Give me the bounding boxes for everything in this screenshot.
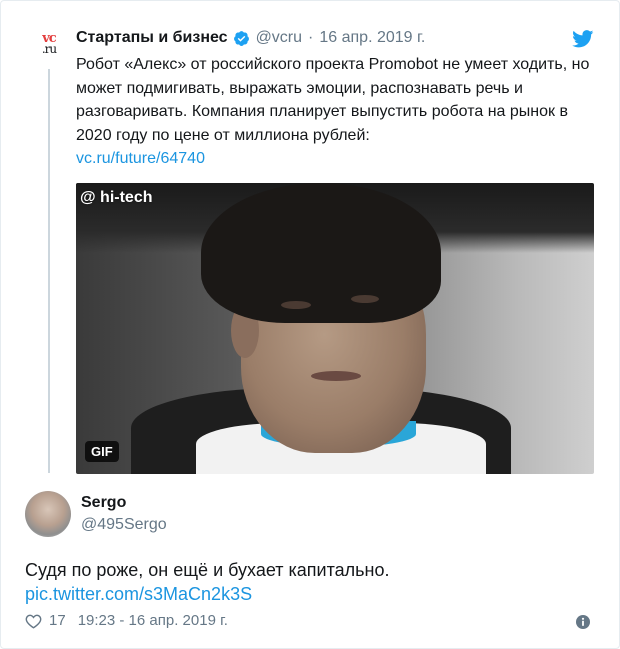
media-robot-eye	[281, 301, 311, 309]
reply-timestamp[interactable]: 19:23 - 16 апр. 2019 г.	[78, 612, 228, 629]
reply-tweet-link[interactable]: pic.twitter.com/s3MaCn2k3S	[25, 584, 252, 605]
quoted-tweet-text: Робот «Алекс» от российского проекта Pro…	[76, 56, 590, 144]
quoted-tweet-link[interactable]: vc.ru/future/64740	[76, 147, 596, 171]
reply-tweet-text: Судя по роже, он ещё и бухает капитально…	[25, 560, 390, 580]
media-robot-mouth	[311, 371, 361, 381]
reply-author-handle[interactable]: @495Sergo	[81, 516, 167, 534]
media-robot-eye	[351, 295, 379, 303]
quoted-author-handle[interactable]: @vcru	[256, 29, 302, 47]
sergo-avatar[interactable]	[25, 491, 71, 537]
quoted-tweet-date[interactable]: 16 апр. 2019 г.	[319, 29, 425, 47]
thread-line	[48, 69, 50, 473]
twitter-bird-icon[interactable]	[572, 30, 594, 48]
quoted-tweet-text-block: Робот «Алекс» от российского проекта Pro…	[76, 53, 596, 171]
header-separator: ·	[308, 29, 314, 46]
reply-author-name[interactable]: Sergo	[81, 494, 126, 512]
avatar-text-bottom: .ru	[41, 42, 57, 56]
media-watermark: @ hi-tech	[80, 189, 153, 206]
embedded-tweet-card: vc .ru Стартапы и бизнес @vcru · 16 апр.…	[0, 0, 620, 649]
gif-badge: GIF	[85, 441, 119, 462]
like-count[interactable]: 17	[49, 612, 66, 629]
media-robot-hair	[201, 183, 441, 323]
verified-badge-icon	[233, 30, 249, 46]
gif-media[interactable]: @ hi-tech GIF	[76, 183, 594, 474]
info-icon[interactable]	[576, 615, 590, 629]
heart-icon[interactable]	[25, 613, 42, 629]
quoted-author-name[interactable]: Стартапы и бизнес	[76, 29, 228, 47]
vcru-avatar[interactable]: vc .ru	[32, 27, 66, 61]
reply-footer: 17 19:23 - 16 апр. 2019 г.	[25, 612, 228, 629]
quoted-tweet-header: Стартапы и бизнес @vcru · 16 апр. 2019 г…	[76, 29, 425, 47]
